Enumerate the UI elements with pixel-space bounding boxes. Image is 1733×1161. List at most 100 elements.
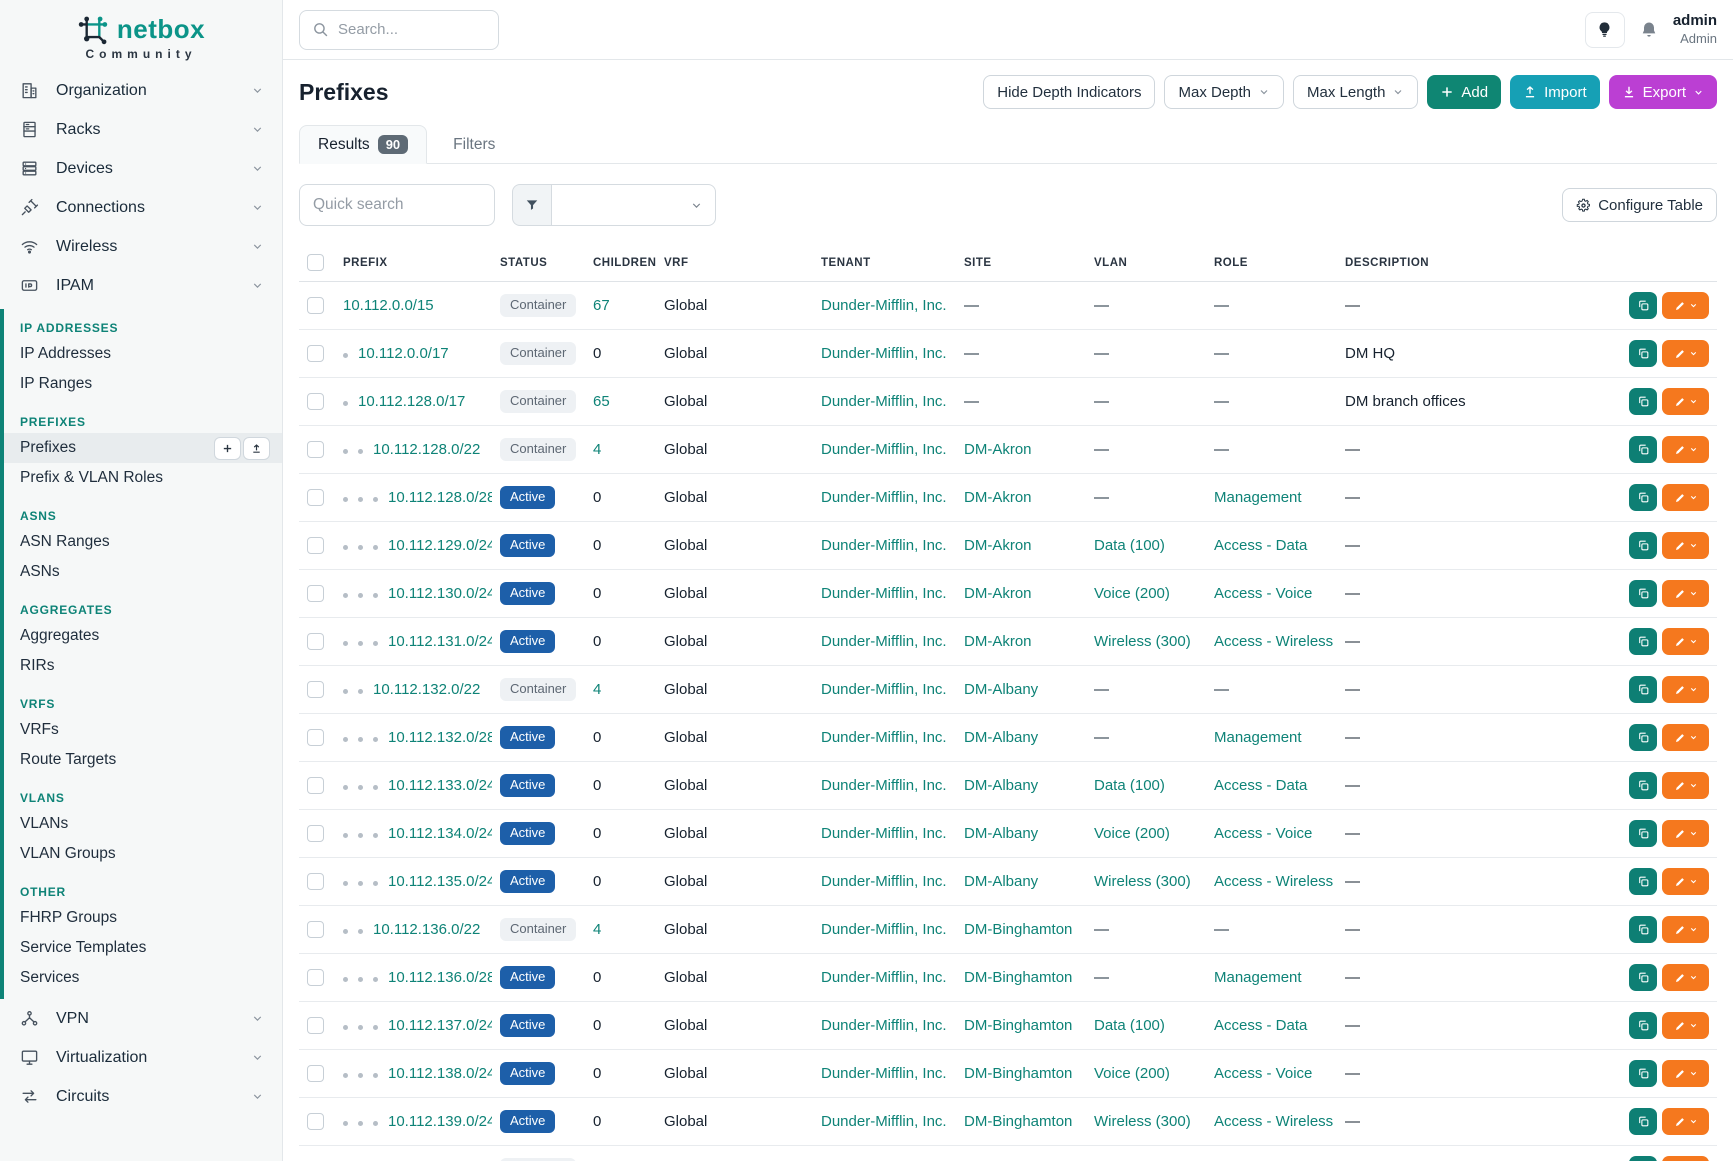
sidebar-item-ipam[interactable]: IPAM: [0, 266, 282, 305]
prefix-link[interactable]: 10.112.129.0/24: [388, 537, 492, 554]
sidebar-item-route-targets[interactable]: Route Targets: [4, 745, 282, 775]
vlan-value[interactable]: Voice (200): [1094, 1065, 1170, 1082]
column-header-vrf[interactable]: VRF: [656, 244, 813, 282]
site-value[interactable]: DM-Binghamton: [964, 1017, 1072, 1034]
edit-button[interactable]: [1662, 676, 1709, 703]
sidebar-item-connections[interactable]: Connections: [0, 188, 282, 227]
search-input[interactable]: [338, 21, 486, 38]
quick-import-button[interactable]: [243, 437, 270, 460]
prefix-link[interactable]: 10.112.128.0/17: [358, 393, 465, 410]
edit-button[interactable]: [1662, 772, 1709, 799]
clone-button[interactable]: [1629, 820, 1657, 847]
site-value[interactable]: DM-Akron: [964, 537, 1032, 554]
clone-button[interactable]: [1629, 484, 1657, 511]
edit-button[interactable]: [1662, 1156, 1709, 1161]
edit-button[interactable]: [1662, 340, 1709, 367]
edit-button[interactable]: [1662, 532, 1709, 559]
sidebar-item-ip-addresses[interactable]: IP Addresses: [4, 339, 282, 369]
clone-button[interactable]: [1629, 868, 1657, 895]
site-value[interactable]: DM-Albany: [964, 825, 1038, 842]
edit-button[interactable]: [1662, 964, 1709, 991]
site-value[interactable]: DM-Albany: [964, 681, 1038, 698]
row-checkbox[interactable]: [307, 1113, 324, 1130]
tenant-link[interactable]: Dunder-Mifflin, Inc.: [821, 345, 947, 362]
column-header-vlan[interactable]: VLAN: [1086, 244, 1206, 282]
role-value[interactable]: Access - Data: [1214, 777, 1307, 794]
vlan-value[interactable]: Data (100): [1094, 777, 1165, 794]
role-value[interactable]: Access - Wireless: [1214, 873, 1333, 890]
site-value[interactable]: DM-Binghamton: [964, 921, 1072, 938]
edit-button[interactable]: [1662, 580, 1709, 607]
hide-depth-indicators-button[interactable]: Hide Depth Indicators: [983, 75, 1155, 109]
tenant-link[interactable]: Dunder-Mifflin, Inc.: [821, 441, 947, 458]
sidebar-item-circuits[interactable]: Circuits: [0, 1077, 282, 1116]
clone-button[interactable]: [1629, 388, 1657, 415]
user-menu[interactable]: admin Admin: [1673, 12, 1717, 47]
row-checkbox[interactable]: [307, 393, 324, 410]
clone-button[interactable]: [1629, 1060, 1657, 1087]
tenant-link[interactable]: Dunder-Mifflin, Inc.: [821, 585, 947, 602]
add-button[interactable]: Add: [1427, 75, 1501, 109]
tenant-link[interactable]: Dunder-Mifflin, Inc.: [821, 873, 947, 890]
notifications-button[interactable]: [1639, 20, 1659, 40]
role-value[interactable]: Access - Voice: [1214, 585, 1312, 602]
sidebar-item-prefixes[interactable]: Prefixes: [4, 433, 282, 463]
children-count[interactable]: 4: [593, 681, 601, 698]
sidebar-item-virtualization[interactable]: Virtualization: [0, 1038, 282, 1077]
tenant-link[interactable]: Dunder-Mifflin, Inc.: [821, 681, 947, 698]
row-checkbox[interactable]: [307, 729, 324, 746]
sidebar-item-prefix-vlan-roles[interactable]: Prefix & VLAN Roles: [4, 463, 282, 493]
vlan-value[interactable]: Voice (200): [1094, 825, 1170, 842]
quick-add-button[interactable]: [214, 437, 241, 460]
clone-button[interactable]: [1629, 436, 1657, 463]
sidebar-item-devices[interactable]: Devices: [0, 149, 282, 188]
row-checkbox[interactable]: [307, 1065, 324, 1082]
vlan-value[interactable]: Wireless (300): [1094, 873, 1191, 890]
sidebar-item-asns[interactable]: ASNs: [4, 557, 282, 587]
sidebar-item-racks[interactable]: Racks: [0, 110, 282, 149]
prefix-link[interactable]: 10.112.128.0/28: [388, 489, 492, 506]
edit-button[interactable]: [1662, 436, 1709, 463]
column-header-status[interactable]: STATUS: [492, 244, 585, 282]
configure-table-button[interactable]: Configure Table: [1562, 188, 1717, 222]
sidebar-item-vpn[interactable]: VPN: [0, 999, 282, 1038]
sidebar-item-services[interactable]: Services: [4, 963, 282, 993]
tenant-link[interactable]: Dunder-Mifflin, Inc.: [821, 1113, 947, 1130]
site-value[interactable]: DM-Binghamton: [964, 969, 1072, 986]
row-checkbox[interactable]: [307, 777, 324, 794]
edit-button[interactable]: [1662, 484, 1709, 511]
prefix-link[interactable]: 10.112.132.0/22: [373, 681, 480, 698]
edit-button[interactable]: [1662, 1012, 1709, 1039]
export-button[interactable]: Export: [1609, 75, 1717, 109]
column-header-role[interactable]: ROLE: [1206, 244, 1337, 282]
sidebar-item-service-templates[interactable]: Service Templates: [4, 933, 282, 963]
tenant-link[interactable]: Dunder-Mifflin, Inc.: [821, 297, 947, 314]
prefix-link[interactable]: 10.112.128.0/22: [373, 441, 480, 458]
children-count[interactable]: 4: [593, 921, 601, 938]
tab-filters[interactable]: Filters: [435, 127, 513, 163]
site-value[interactable]: DM-Akron: [964, 585, 1032, 602]
sidebar-item-vlan-groups[interactable]: VLAN Groups: [4, 839, 282, 869]
clone-button[interactable]: [1629, 1108, 1657, 1135]
edit-button[interactable]: [1662, 724, 1709, 751]
site-value[interactable]: DM-Akron: [964, 441, 1032, 458]
sidebar-item-asn-ranges[interactable]: ASN Ranges: [4, 527, 282, 557]
sidebar-item-ip-ranges[interactable]: IP Ranges: [4, 369, 282, 399]
vlan-value[interactable]: Voice (200): [1094, 585, 1170, 602]
tenant-link[interactable]: Dunder-Mifflin, Inc.: [821, 825, 947, 842]
sidebar-item-organization[interactable]: Organization: [0, 71, 282, 110]
prefix-link[interactable]: 10.112.136.0/28: [388, 969, 492, 986]
row-checkbox[interactable]: [307, 681, 324, 698]
tenant-link[interactable]: Dunder-Mifflin, Inc.: [821, 537, 947, 554]
row-checkbox[interactable]: [307, 585, 324, 602]
sidebar-item-fhrp-groups[interactable]: FHRP Groups: [4, 903, 282, 933]
role-value[interactable]: Access - Voice: [1214, 1065, 1312, 1082]
role-value[interactable]: Access - Voice: [1214, 825, 1312, 842]
quick-search[interactable]: [299, 184, 495, 226]
site-value[interactable]: DM-Binghamton: [964, 1113, 1072, 1130]
clone-button[interactable]: [1629, 1012, 1657, 1039]
edit-button[interactable]: [1662, 628, 1709, 655]
row-checkbox[interactable]: [307, 345, 324, 362]
max-length-dropdown[interactable]: Max Length: [1293, 75, 1418, 109]
clone-button[interactable]: [1629, 1156, 1657, 1161]
